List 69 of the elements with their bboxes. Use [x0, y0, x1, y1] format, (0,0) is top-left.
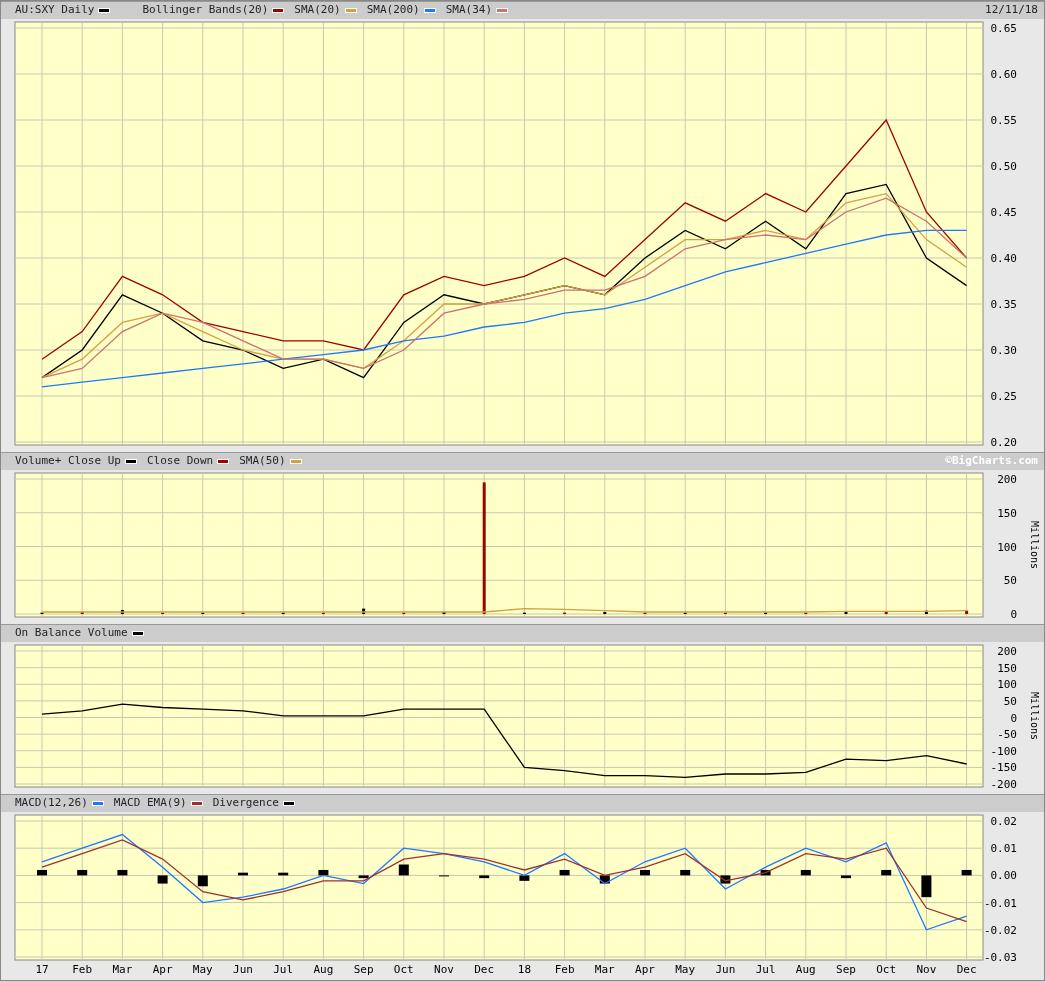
axis-tick-label: -50 — [997, 728, 1017, 742]
axis-tick-label: Feb — [72, 963, 93, 976]
axis-tick-label: 18 — [517, 963, 532, 976]
legend-label: SMA(200) — [366, 2, 420, 19]
axis-tick-label: 200 — [997, 473, 1017, 486]
axis-label: Millions — [1029, 520, 1040, 570]
axis-tick-label: Aug — [313, 963, 334, 976]
legend-label: MACD EMA(9) — [113, 795, 187, 812]
axis-tick-label: 0.40 — [990, 252, 1017, 265]
legend-label: SMA(34) — [445, 2, 493, 19]
axis-tick-label: 0.55 — [990, 114, 1017, 127]
legend-label: MACD(12,26) — [15, 795, 88, 812]
axis-tick-label: Dec — [956, 963, 977, 976]
axis-tick-label: Jul — [273, 963, 294, 976]
axis-tick-label: 0.20 — [990, 436, 1017, 449]
axis-tick-label: 100 — [997, 540, 1017, 554]
axis-tick-label: 0 — [1010, 608, 1017, 621]
axis-tick-label: 200 — [997, 645, 1017, 658]
chart-date: 12/11/18 — [985, 2, 1038, 19]
axis-tick-label: Aug — [795, 963, 816, 976]
axis-tick-label: -150 — [990, 761, 1017, 775]
axis-tick-label: 50 — [1003, 574, 1017, 588]
legend-label: Volume+ Close Up — [15, 453, 121, 470]
axis-tick-label: -0.02 — [983, 923, 1017, 937]
axis-tick-label: -100 — [990, 744, 1017, 758]
axis-tick-label: Jun — [233, 963, 253, 976]
axis-tick-label: Apr — [635, 963, 655, 976]
axis-tick-label: 0.30 — [990, 344, 1017, 357]
axis-tick-label: 0.45 — [990, 206, 1017, 219]
axis-tick-label: Nov — [434, 963, 454, 976]
axis-tick-label: 17 — [35, 963, 49, 976]
axis-label: Millions — [1029, 691, 1040, 741]
axis-tick-label: 0.02 — [990, 815, 1017, 828]
axis-tick-label: 0.60 — [990, 68, 1017, 81]
axis-tick-label: May — [675, 963, 696, 976]
legend-label: AU:SXY Daily — [15, 2, 95, 19]
axis-tick-label: Mar — [594, 963, 615, 976]
legend-label: SMA(50) — [239, 453, 286, 470]
axis-tick-label: 0.00 — [990, 869, 1017, 883]
axis-tick-label: 0.01 — [990, 842, 1017, 856]
axis-tick-label: 50 — [1003, 694, 1017, 708]
axis-tick-label: Mar — [112, 963, 133, 976]
axis-tick-label: -200 — [990, 778, 1017, 791]
axis-tick-label: 100 — [997, 678, 1017, 692]
legend-label: On Balance Volume — [15, 625, 128, 642]
axis-tick-label: -0.01 — [983, 896, 1017, 910]
axis-tick-label: May — [192, 963, 213, 976]
axis-tick-label: Oct — [876, 963, 897, 976]
legend-label: Bollinger Bands(20) — [142, 2, 269, 19]
axis-tick-label: Oct — [393, 963, 414, 976]
legend-label: Close Down — [146, 453, 214, 470]
axis-tick-label: Sep — [836, 963, 856, 976]
axis-tick-label: Sep — [353, 963, 374, 976]
axis-tick-label: 0.50 — [990, 160, 1017, 173]
axis-tick-label: Dec — [474, 963, 495, 976]
axis-tick-label: 150 — [997, 661, 1017, 675]
axis-tick-label: -0.03 — [983, 951, 1017, 964]
axis-tick-label: 0.35 — [990, 298, 1017, 311]
axis-tick-label: Apr — [152, 963, 173, 976]
axis-tick-label: 0 — [1010, 711, 1017, 725]
axis-tick-label: 150 — [997, 506, 1017, 520]
axis-tick-label: 0.65 — [990, 22, 1017, 35]
legend-label: Divergence — [212, 795, 279, 812]
axis-tick-label: 0.25 — [990, 390, 1017, 403]
axis-tick-label: Feb — [554, 963, 575, 976]
axis-tick-label: Nov — [916, 963, 937, 976]
legend-label: SMA(20) — [294, 2, 341, 19]
axis-tick-label: Jun — [715, 963, 736, 976]
axis-tick-label: Jul — [755, 963, 776, 976]
